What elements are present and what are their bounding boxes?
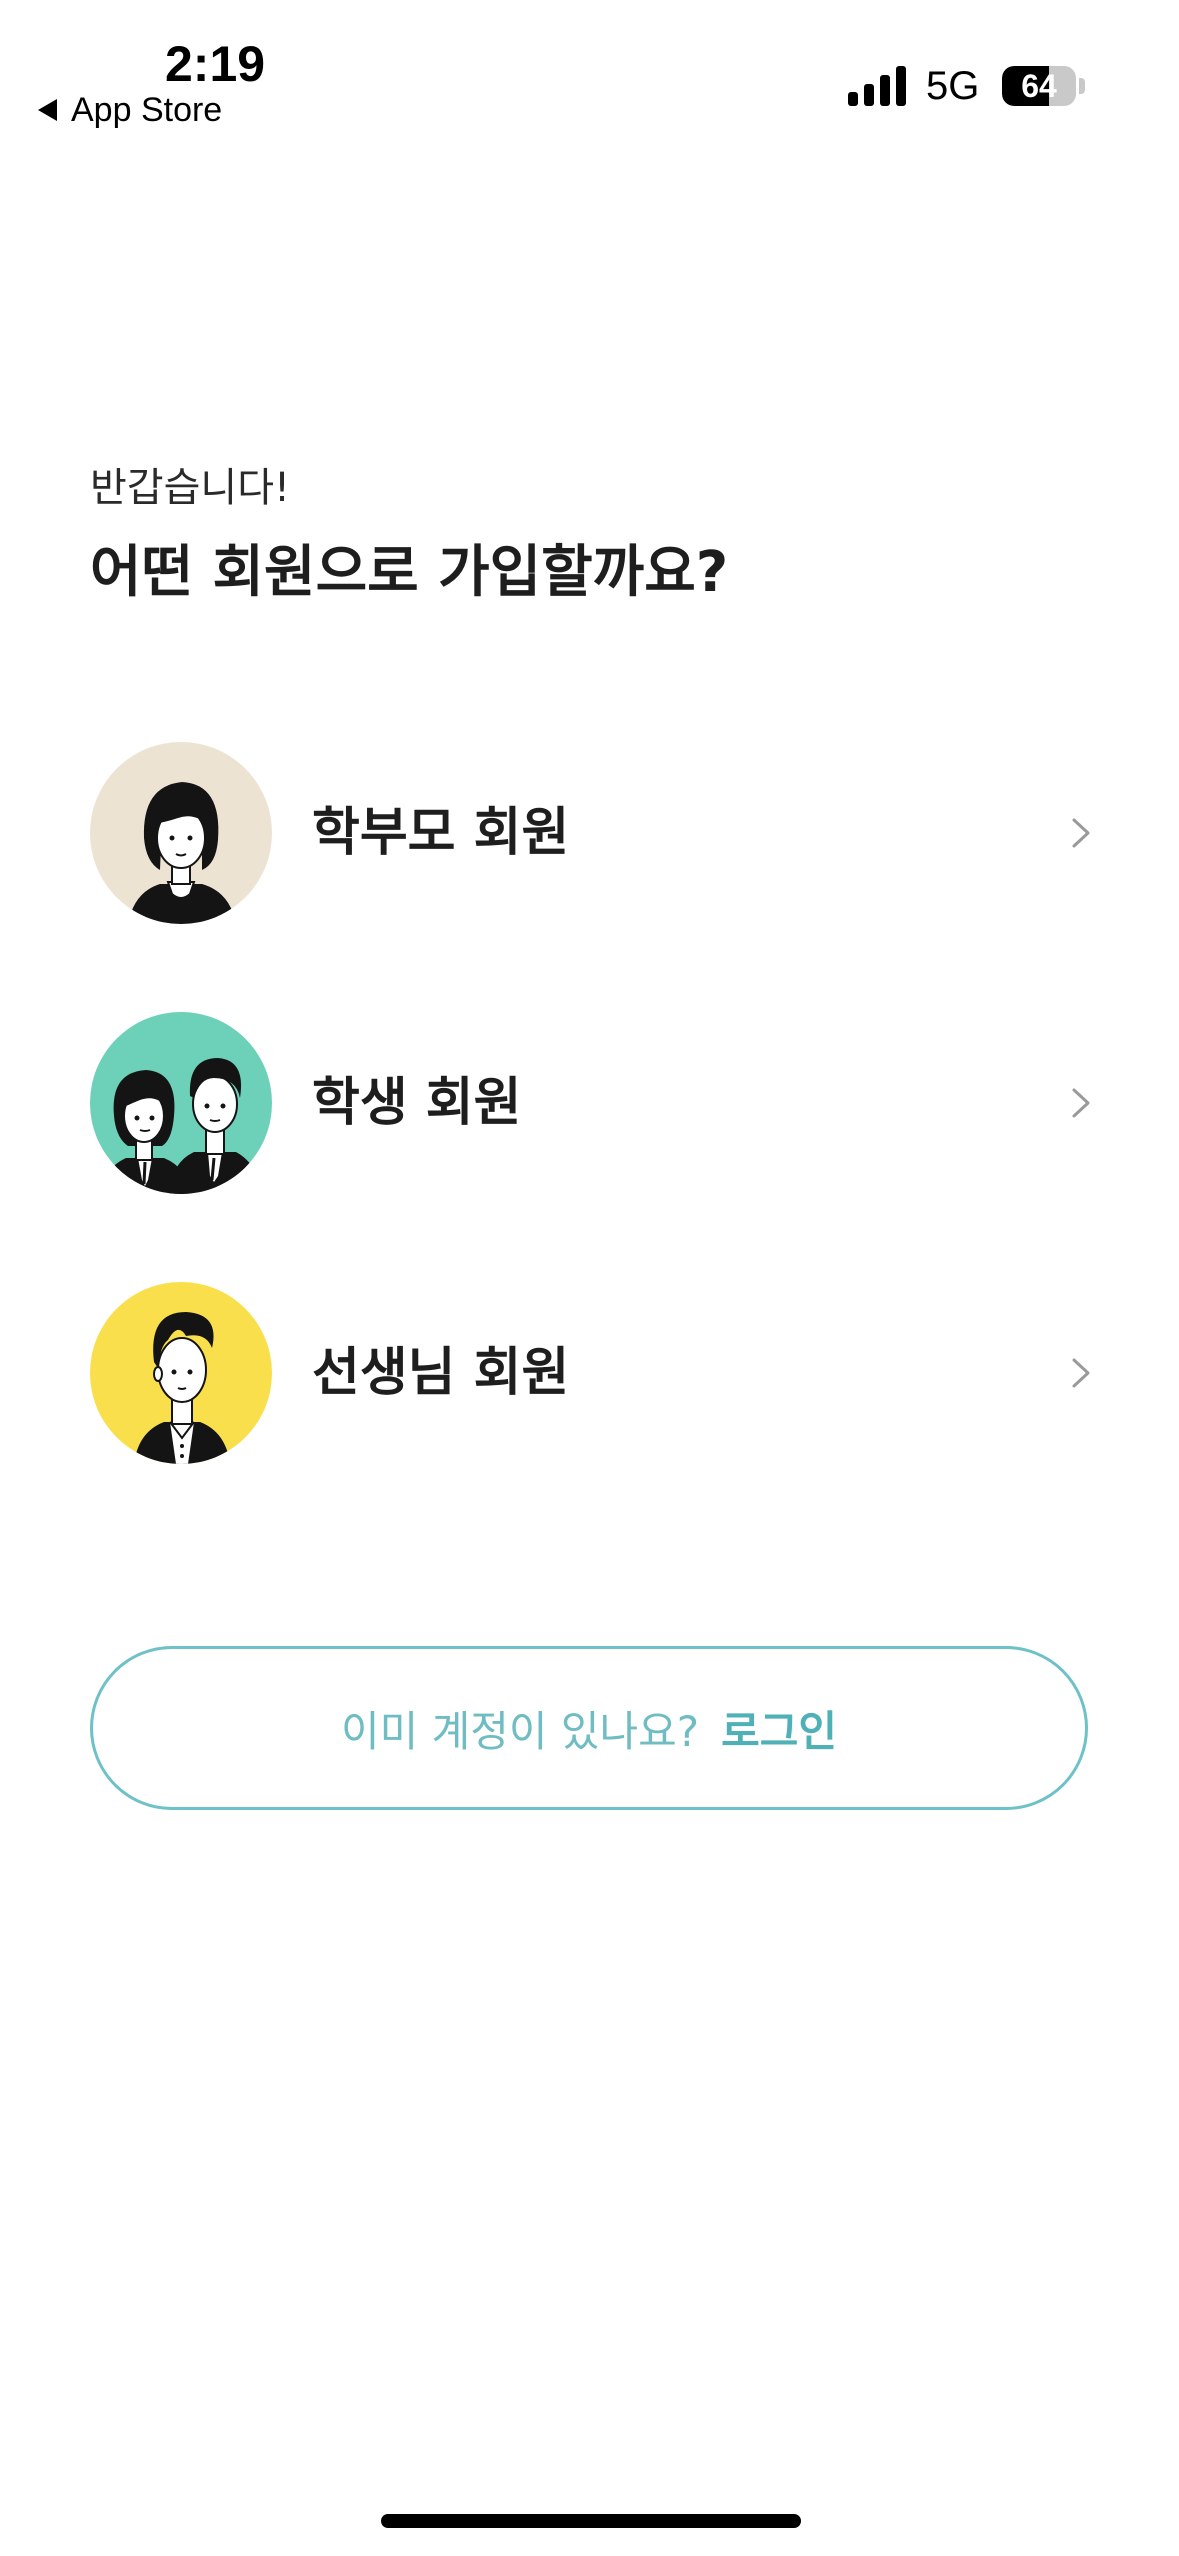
back-to-app-store-button[interactable]: App Store xyxy=(38,90,222,130)
member-option-parent[interactable]: 학부모 회원 xyxy=(0,742,1179,924)
member-type-list: 학부모 회원 학생 회원 선생님 회원 xyxy=(0,742,1179,1552)
cellular-signal-icon xyxy=(848,66,908,106)
login-button[interactable]: 이미 계정이 있나요? 로그인 xyxy=(90,1646,1088,1810)
member-option-teacher[interactable]: 선생님 회원 xyxy=(0,1282,1179,1464)
member-option-student[interactable]: 학생 회원 xyxy=(0,1012,1179,1194)
greeting-text: 반갑습니다! xyxy=(90,465,291,511)
member-label-student: 학생 회원 xyxy=(312,1073,522,1133)
battery-percent: 64 xyxy=(1021,68,1057,104)
network-type: 5G xyxy=(926,64,980,108)
login-prompt-text: 이미 계정이 있나요? xyxy=(340,1706,700,1756)
parent-avatar-icon xyxy=(90,742,272,924)
back-triangle-icon xyxy=(38,99,57,121)
member-label-teacher: 선생님 회원 xyxy=(312,1343,570,1403)
home-indicator[interactable] xyxy=(381,2514,801,2528)
status-time: 2:19 xyxy=(165,36,266,92)
login-link[interactable]: 로그인 xyxy=(721,1698,837,1759)
chevron-right-icon xyxy=(1062,814,1100,852)
chevron-right-icon xyxy=(1062,1354,1100,1392)
students-avatar-icon xyxy=(90,1012,272,1194)
chevron-right-icon xyxy=(1062,1084,1100,1122)
battery-icon: 64 xyxy=(1002,66,1076,106)
page-title: 어떤 회원으로 가입할까요? xyxy=(90,540,729,605)
member-label-parent: 학부모 회원 xyxy=(312,803,570,863)
teacher-avatar-icon xyxy=(90,1282,272,1464)
back-label: App Store xyxy=(71,90,223,129)
battery-tip xyxy=(1079,78,1085,94)
